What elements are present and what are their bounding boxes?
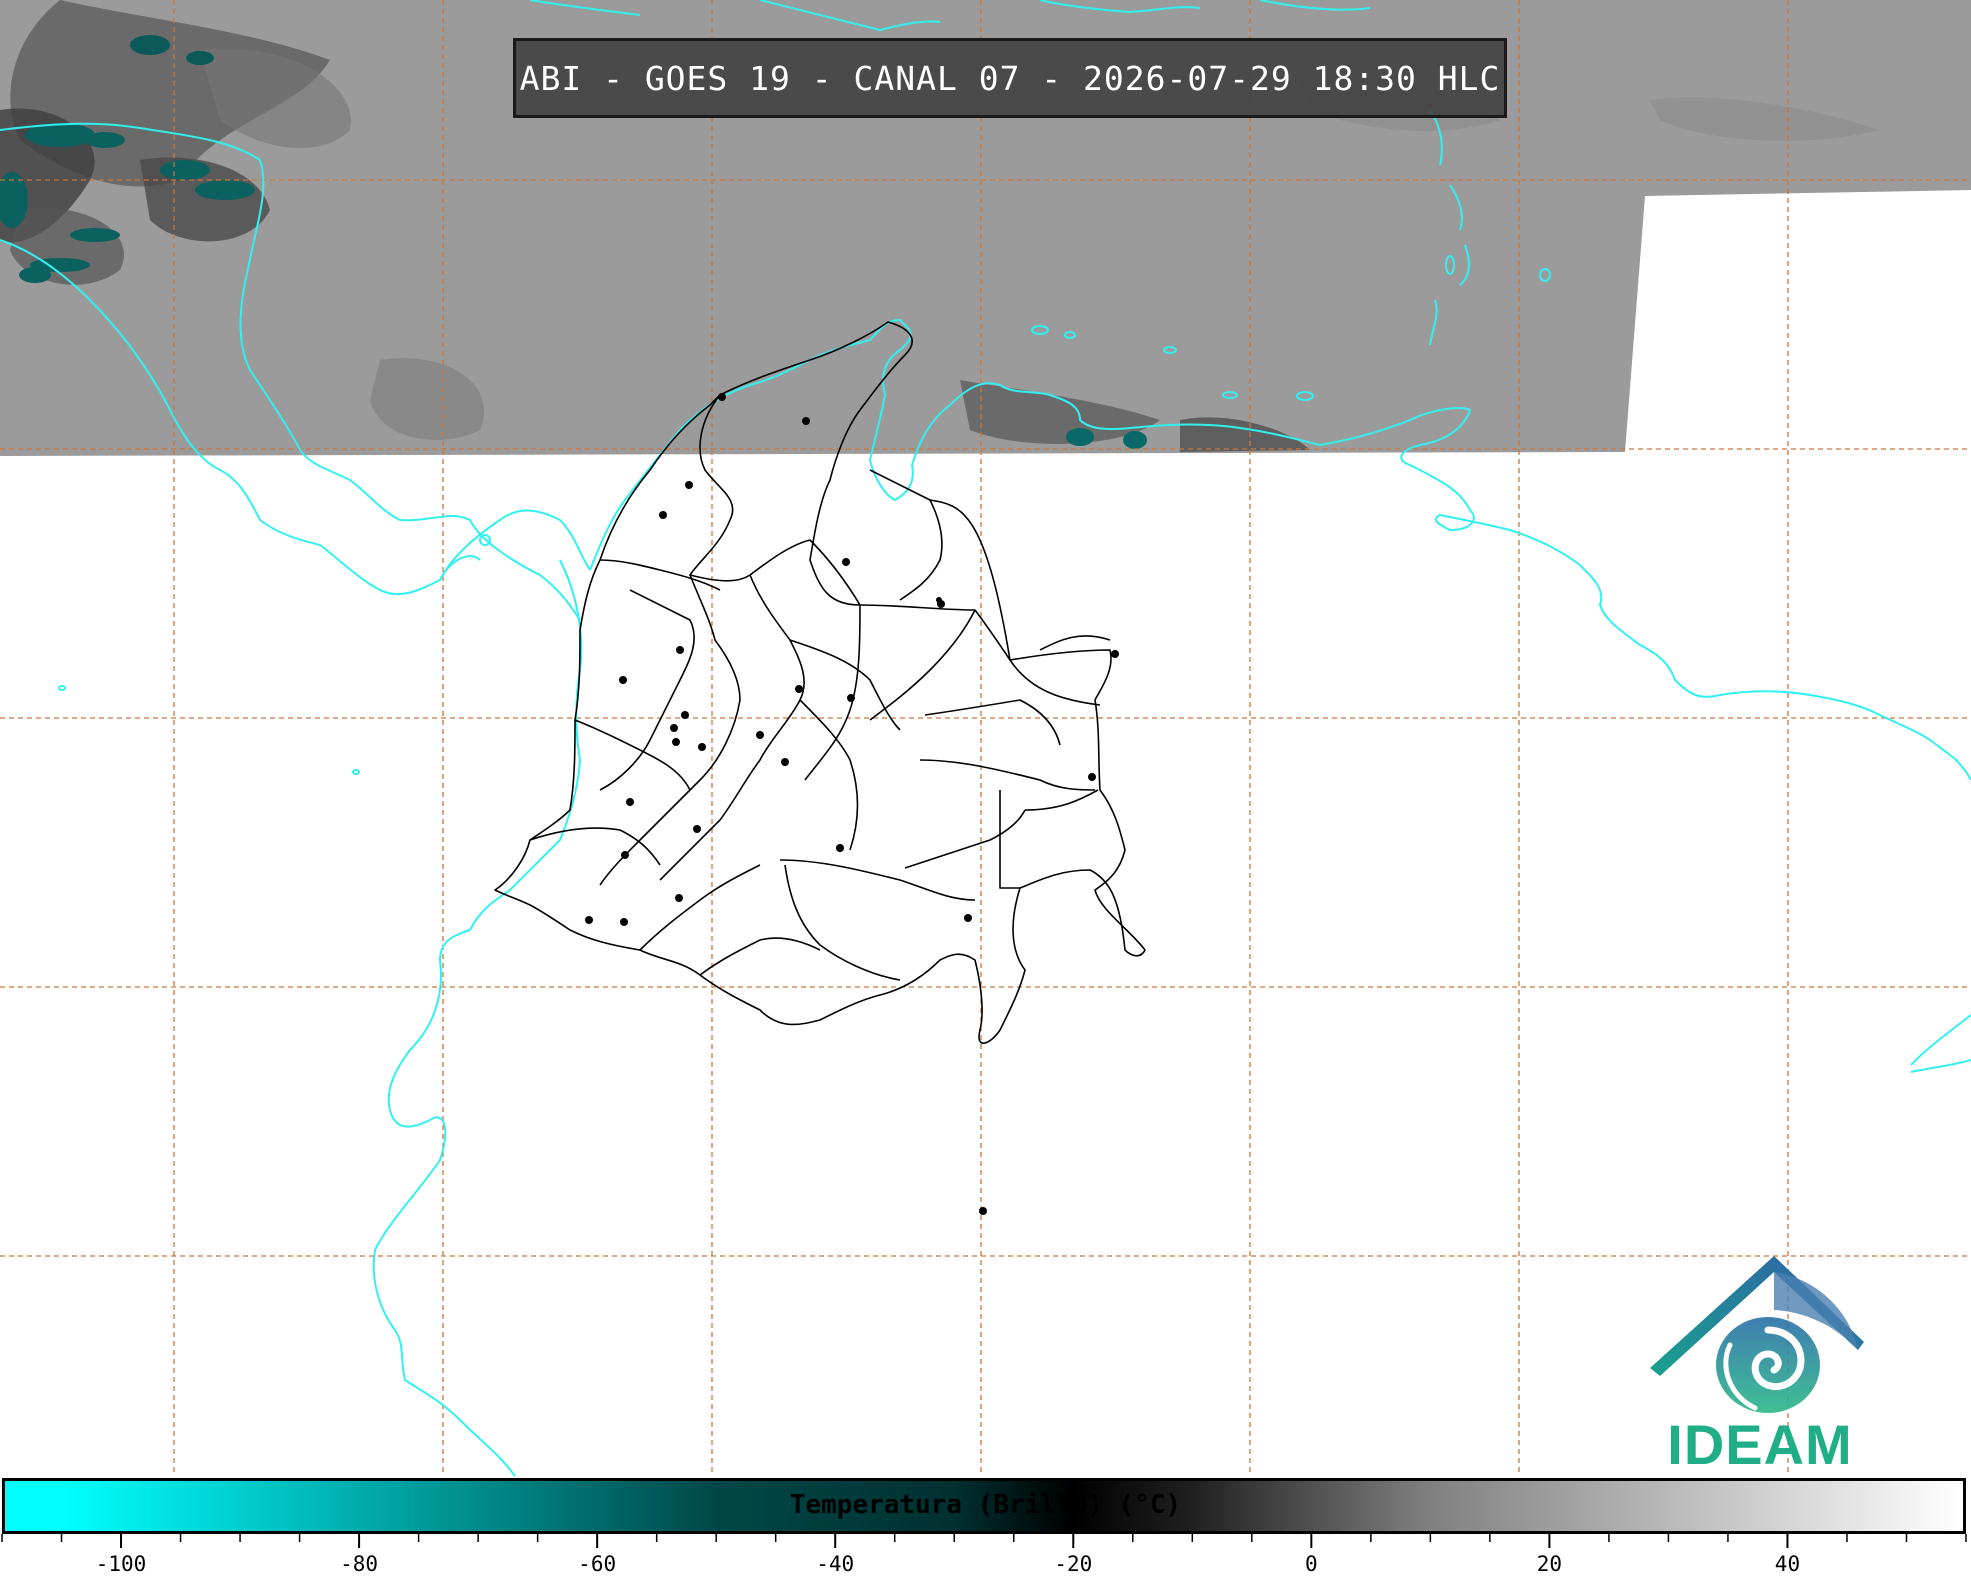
- colorbar-tick-label: 40: [1774, 1552, 1801, 1576]
- colorbar-tick-label: -40: [816, 1552, 855, 1576]
- colorbar-tick-label: -20: [1054, 1552, 1093, 1576]
- colorbar: Temperatura (Brillo) (°C) -100 -80 -60 -40 -…: [0, 1476, 1971, 1577]
- colorbar-tick-label: 0: [1305, 1552, 1318, 1576]
- colorbar-tick-label: -60: [578, 1552, 617, 1576]
- city-markers: [585, 393, 1119, 1215]
- colorbar-tick-label: -80: [340, 1552, 379, 1576]
- colorbar-tick-label: -100: [95, 1552, 147, 1576]
- ideam-logo-text: IDEAM: [1667, 1413, 1853, 1476]
- colorbar-ticks: [1, 1534, 1967, 1548]
- map-title: ABI - GOES 19 - CANAL 07 - 2026-07-29 18…: [513, 38, 1507, 118]
- colorbar-label: Temperatura (Brillo) (°C): [789, 1490, 1182, 1520]
- colorbar-tick-label: 20: [1536, 1552, 1563, 1576]
